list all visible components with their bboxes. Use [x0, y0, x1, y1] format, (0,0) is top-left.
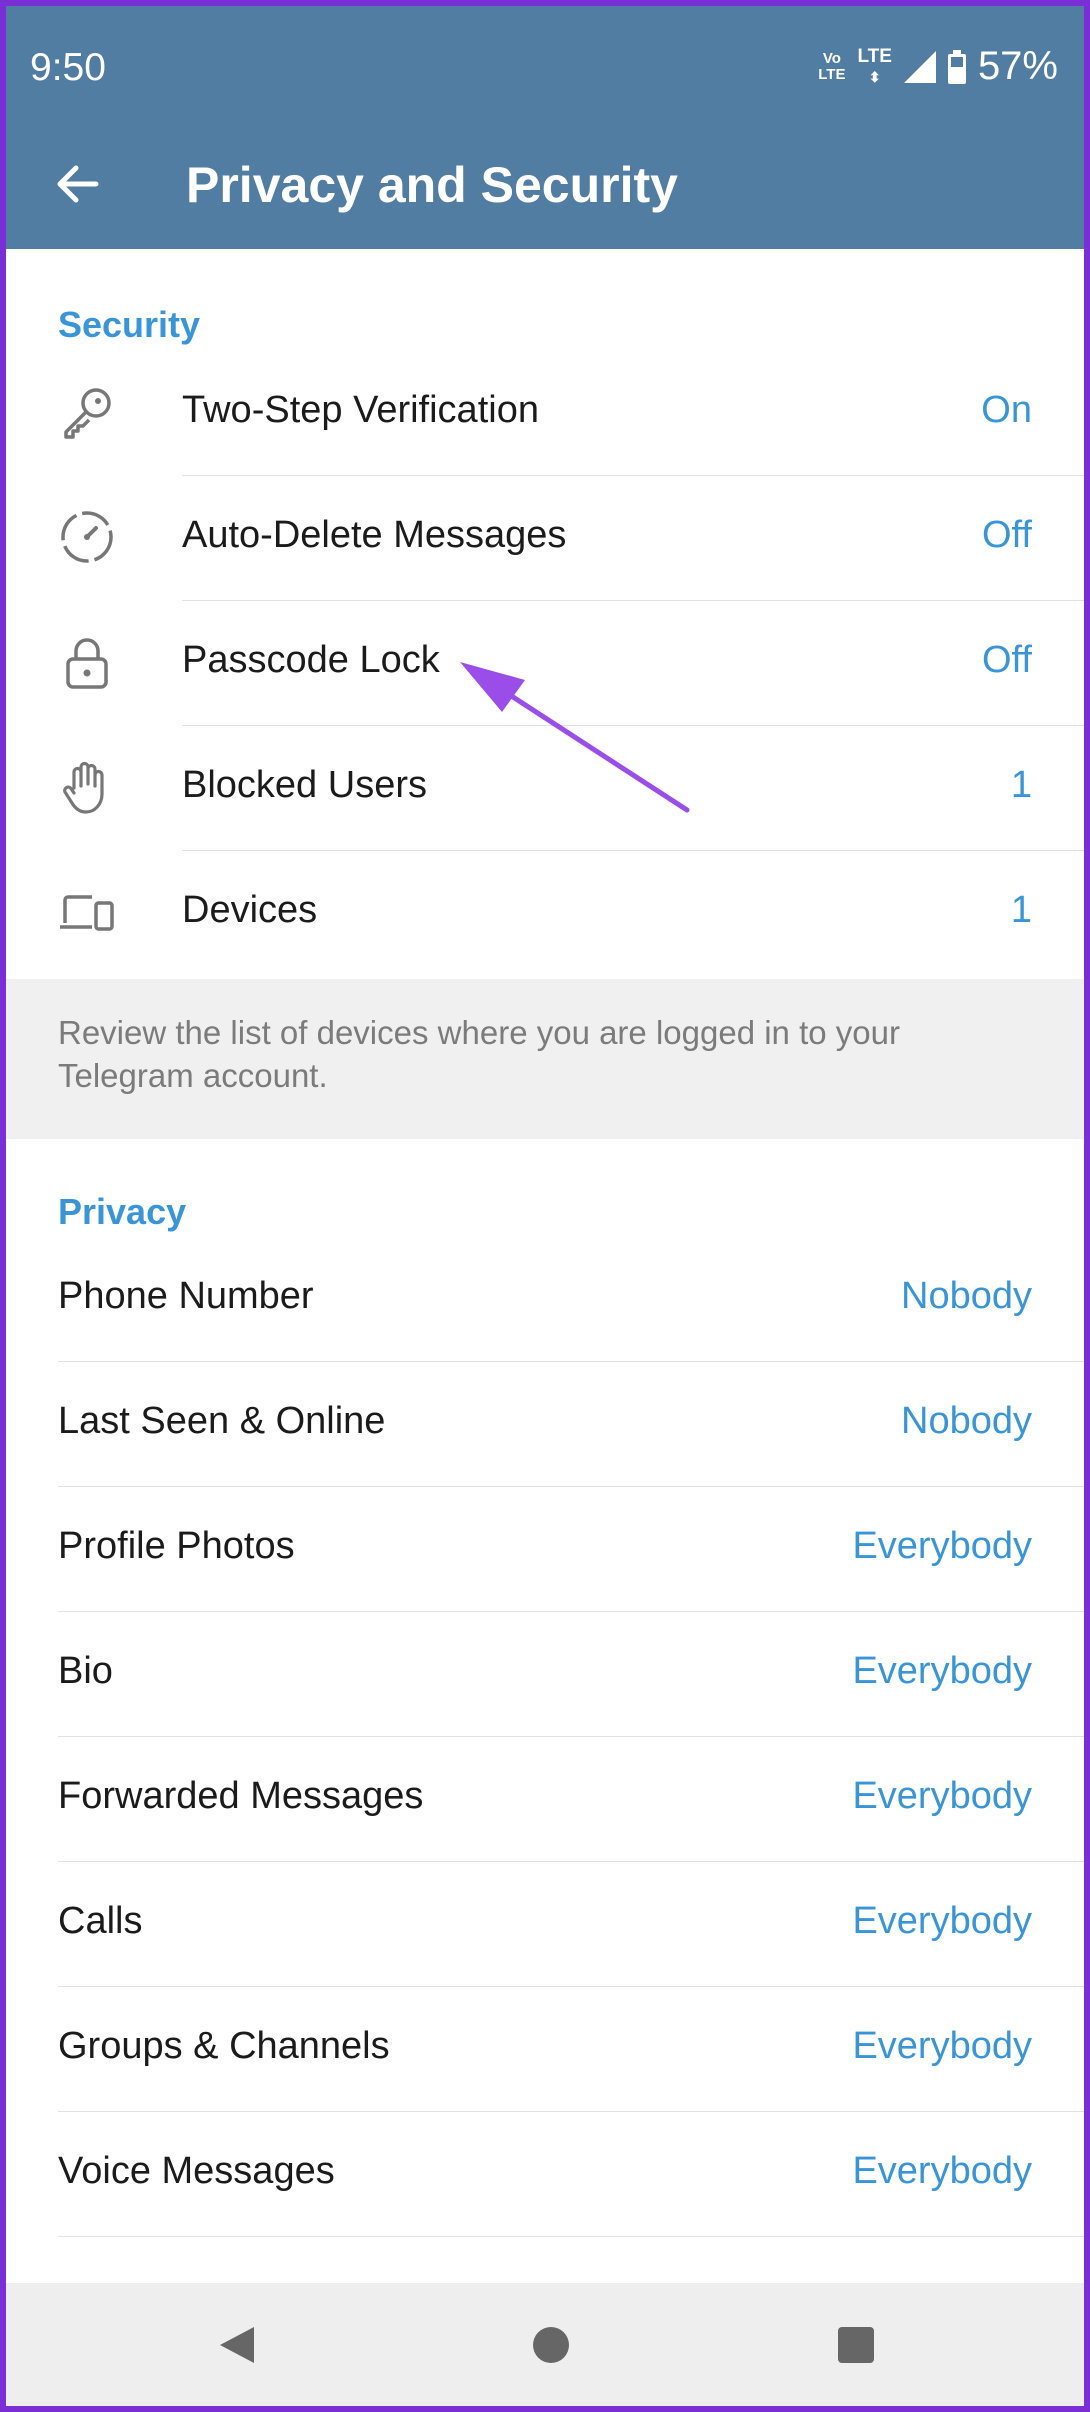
hand-icon — [63, 761, 104, 814]
row-value: Everybody — [852, 1775, 1032, 1817]
row-value: On — [981, 389, 1032, 431]
row-passcode-lock[interactable]: Passcode Lock Off — [6, 601, 1084, 726]
devices-info-text: Review the list of devices where you are… — [6, 979, 1084, 1139]
row-value: Everybody — [852, 1900, 1032, 1942]
back-arrow-icon — [57, 165, 99, 203]
row-value: Everybody — [852, 2150, 1032, 2192]
row-label: Forwarded Messages — [58, 1775, 424, 1817]
row-label: Devices — [182, 889, 318, 931]
system-nav-bar — [6, 2283, 1084, 2406]
timer-icon — [61, 511, 113, 563]
status-icons: Vo LTE LTE ⬍ 57% — [818, 44, 1058, 89]
row-label: Groups & Channels — [58, 2025, 390, 2067]
row-profile-photos[interactable]: Profile Photos Everybody — [6, 1487, 1084, 1612]
row-label: Phone Number — [58, 1275, 314, 1317]
signal-icon — [903, 50, 936, 83]
section-header-security: Security — [58, 304, 201, 345]
lte-indicator: LTE ⬍ — [857, 45, 892, 85]
nav-home-button[interactable] — [527, 2321, 575, 2369]
row-value: Nobody — [901, 1400, 1032, 1442]
app-bar: 9:50 Vo LTE LTE ⬍ 57% Privacy and Securi… — [6, 6, 1084, 249]
row-calls[interactable]: Calls Everybody — [6, 1862, 1084, 1987]
row-value: Nobody — [901, 1275, 1032, 1317]
row-phone-number[interactable]: Phone Number Nobody — [6, 1237, 1084, 1362]
privacy-section: Privacy Phone Number Nobody Last Seen & … — [6, 1139, 1084, 2283]
row-label: Passcode Lock — [182, 639, 440, 681]
row-label: Profile Photos — [58, 1525, 295, 1567]
row-label: Calls — [58, 1900, 143, 1942]
page-title: Privacy and Security — [186, 157, 678, 213]
row-value: Off — [982, 639, 1032, 681]
row-value: Everybody — [852, 2025, 1032, 2067]
row-label: Two-Step Verification — [182, 389, 539, 431]
screen: 9:50 Vo LTE LTE ⬍ 57% Privacy and Securi… — [6, 6, 1084, 2406]
security-section: Security Two-Step Verification On Auto-D… — [6, 249, 1084, 979]
battery-percent: 57% — [977, 44, 1058, 88]
row-label: Bio — [58, 1650, 113, 1692]
row-forwarded-messages[interactable]: Forwarded Messages Everybody — [6, 1737, 1084, 1862]
row-groups-channels[interactable]: Groups & Channels Everybody — [6, 1987, 1084, 2112]
divider — [58, 2236, 1084, 2237]
nav-recents-button[interactable] — [832, 2321, 880, 2369]
row-two-step-verification[interactable]: Two-Step Verification On — [6, 351, 1084, 476]
row-value: 1 — [1010, 889, 1032, 931]
battery-icon — [947, 49, 966, 84]
row-voice-messages[interactable]: Voice Messages Everybody — [6, 2112, 1084, 2237]
row-devices[interactable]: Devices 1 — [6, 851, 1084, 976]
key-icon — [64, 388, 111, 439]
row-value: Everybody — [852, 1650, 1032, 1692]
row-label: Last Seen & Online — [58, 1400, 386, 1442]
row-last-seen-online[interactable]: Last Seen & Online Nobody — [6, 1362, 1084, 1487]
devices-icon — [60, 895, 114, 931]
section-header-privacy: Privacy — [58, 1191, 187, 1232]
back-button[interactable] — [50, 156, 106, 212]
row-auto-delete-messages[interactable]: Auto-Delete Messages Off — [6, 476, 1084, 601]
status-time: 9:50 — [30, 46, 106, 89]
volte-indicator: Vo LTE — [818, 49, 846, 83]
row-value: Everybody — [852, 1525, 1032, 1567]
row-blocked-users[interactable]: Blocked Users 1 — [6, 726, 1084, 851]
row-label: Blocked Users — [182, 764, 427, 806]
lock-icon — [66, 638, 108, 689]
row-label: Auto-Delete Messages — [182, 514, 567, 556]
row-value: Off — [982, 514, 1032, 556]
nav-back-button[interactable] — [214, 2321, 262, 2369]
row-bio[interactable]: Bio Everybody — [6, 1612, 1084, 1737]
row-label: Voice Messages — [58, 2150, 335, 2192]
row-value: 1 — [1010, 764, 1032, 806]
